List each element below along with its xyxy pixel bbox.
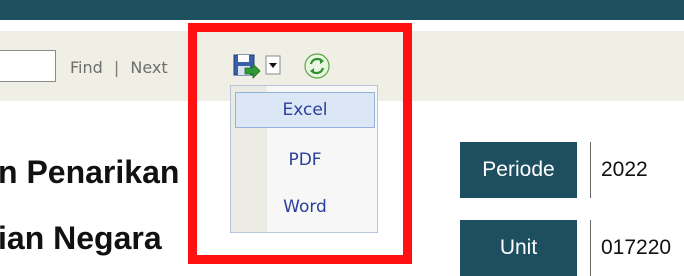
find-separator: |: [113, 58, 120, 77]
parameter-label-periode: Periode: [460, 142, 577, 198]
parameter-value-periode[interactable]: 2022: [590, 142, 684, 198]
export-button[interactable]: [233, 53, 281, 79]
parameter-label-unit: Unit: [460, 220, 577, 276]
find-input[interactable]: [0, 50, 56, 82]
refresh-icon: [304, 53, 330, 79]
save-disk-icon: [233, 54, 281, 79]
parameter-value-unit[interactable]: 017220: [590, 220, 684, 276]
find-link[interactable]: Find: [70, 58, 103, 77]
report-title-line1: n Penarikan: [0, 154, 180, 190]
menu-item-word[interactable]: Word: [235, 189, 375, 225]
refresh-button[interactable]: [303, 52, 331, 80]
top-header-bar: [0, 0, 684, 20]
report-title-line2: ian Negara: [0, 220, 162, 256]
menu-item-pdf[interactable]: PDF: [235, 142, 375, 178]
menu-item-excel[interactable]: Excel: [235, 92, 375, 128]
export-format-menu: Excel PDF Word: [230, 85, 378, 233]
next-link[interactable]: Next: [130, 58, 167, 77]
find-links: Find | Next: [70, 58, 168, 77]
